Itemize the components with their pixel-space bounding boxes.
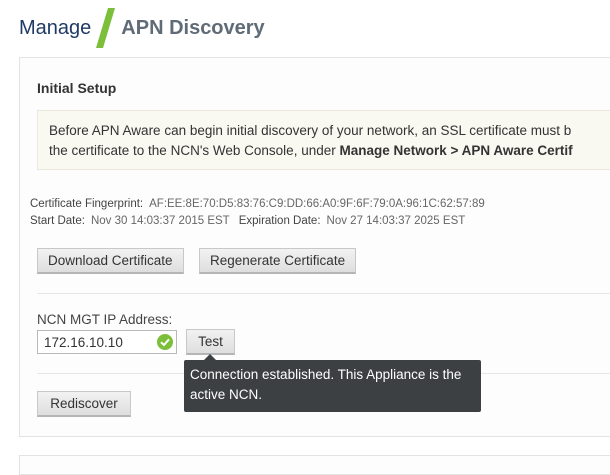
initial-setup-panel: Initial Setup Before APN Aware can begin… — [19, 57, 610, 437]
tooltip-arrow — [204, 354, 216, 360]
regenerate-certificate-button[interactable]: Regenerate Certificate — [199, 248, 357, 274]
notice-menu-path: Manage Network > APN Aware Certif — [339, 143, 573, 158]
expiration-date-label: Expiration Date: — [238, 215, 321, 227]
ncn-ip-input[interactable] — [38, 331, 154, 353]
fingerprint-label: Certificate Fingerprint: — [30, 198, 144, 210]
page-title: APN Discovery — [121, 16, 265, 39]
notice-line-1: Before APN Aware can begin initial disco… — [49, 123, 572, 138]
tooltip-text: Connection established. This Appliance i… — [190, 367, 462, 402]
download-certificate-button[interactable]: Download Certificate — [37, 248, 184, 274]
notice-line-2: the certificate to the NCN's Web Console… — [49, 141, 610, 161]
fingerprint-row: Certificate Fingerprint: AF:EE:8E:70:D5:8… — [30, 196, 485, 213]
setup-notice: Before APN Aware can begin initial disco… — [37, 110, 610, 170]
section-title: Initial Setup — [37, 80, 117, 96]
breadcrumb-manage-link[interactable]: Manage — [19, 17, 91, 40]
ncn-ip-field — [37, 330, 177, 354]
expiration-date-value: Nov 27 14:03:37 2025 EST — [326, 215, 466, 227]
start-date-value: Nov 30 14:03:37 2015 EST — [90, 215, 230, 227]
divider — [37, 293, 610, 294]
dates-row: Start Date: Nov 30 14:03:37 2015 EST Expi… — [30, 213, 485, 230]
fingerprint-value: AF:EE:8E:70:D5:83:76:C9:DD:66:A0:9F:6F:7… — [149, 198, 485, 210]
notice-line-2-text: the certificate to the NCN's Web Console… — [49, 143, 340, 158]
check-circle-icon — [157, 334, 173, 350]
breadcrumb: Manage APN Discovery — [19, 8, 265, 48]
connection-status-tooltip: Connection established. This Appliance i… — [184, 354, 481, 412]
ncn-ip-label: NCN MGT IP Address: — [37, 312, 173, 327]
next-panel — [19, 455, 610, 475]
start-date-label: Start Date: — [30, 215, 85, 227]
certificate-info: Certificate Fingerprint: AF:EE:8E:70:D5:8… — [30, 196, 485, 230]
test-button[interactable]: Test — [186, 329, 235, 355]
breadcrumb-slash-icon — [95, 8, 117, 48]
rediscover-button[interactable]: Rediscover — [37, 391, 131, 417]
